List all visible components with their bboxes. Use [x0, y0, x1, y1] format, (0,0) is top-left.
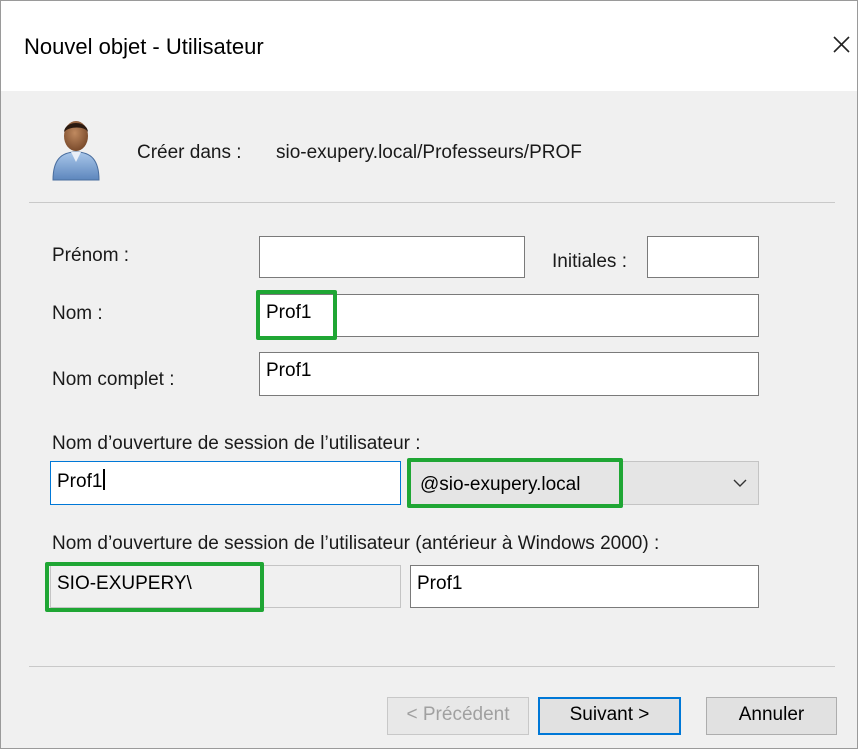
highlight-box-last-name [256, 290, 337, 340]
dialog-title: Nouvel objet - Utilisateur [24, 34, 264, 59]
close-button[interactable] [827, 25, 857, 65]
user-icon [47, 116, 105, 182]
logon-name-value: Prof1 [57, 471, 103, 492]
separator-bottom [29, 666, 835, 667]
highlight-box-domain-prefix [45, 562, 264, 612]
create-in-label: Créer dans : [137, 142, 242, 163]
logon-name-label: Nom d’ouverture de session de l’utilisat… [52, 433, 421, 454]
highlight-box-domain [407, 458, 623, 508]
next-button[interactable]: Suivant > [538, 697, 681, 735]
full-name-field[interactable]: Prof1 [259, 352, 759, 396]
separator-top [29, 202, 835, 203]
close-icon [833, 36, 850, 53]
first-name-label: Prénom : [52, 245, 130, 266]
logon-pre2000-label: Nom d’ouverture de session de l’utilisat… [52, 533, 660, 554]
first-name-field[interactable] [259, 236, 525, 278]
chevron-down-icon [733, 479, 747, 487]
cancel-button[interactable]: Annuler [706, 697, 837, 735]
full-name-label: Nom complet : [52, 369, 175, 390]
previous-button[interactable]: < Précédent [387, 697, 529, 735]
text-caret [103, 469, 106, 490]
initials-field[interactable] [647, 236, 759, 278]
title-bar: Nouvel objet - Utilisateur [1, 1, 857, 91]
new-user-dialog: Nouvel objet - Utilisateur Créer dans: … [0, 0, 858, 749]
logon-pre2000-field[interactable]: Prof1 [410, 565, 759, 608]
create-in-path: sio-exupery.local/Professeurs/PROF [276, 142, 582, 163]
initials-label: Initiales : [552, 251, 627, 272]
last-name-label: Nom : [52, 303, 103, 324]
logon-name-field[interactable]: Prof1 [50, 461, 401, 505]
